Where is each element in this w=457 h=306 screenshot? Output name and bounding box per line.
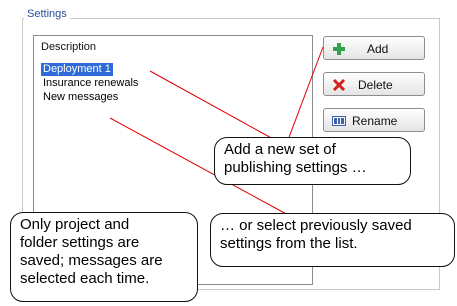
delete-x-icon [332, 78, 346, 92]
list-item-new-messages[interactable]: New messages [41, 91, 120, 104]
add-button[interactable]: Add [323, 36, 425, 60]
delete-button[interactable]: Delete [323, 72, 425, 96]
list-item-deployment-1[interactable]: Deployment 1 [40, 62, 114, 77]
rename-icon [332, 116, 346, 126]
callout-select-saved: … or select previously saved settings fr… [210, 213, 455, 267]
settings-group-title: Settings [24, 8, 70, 20]
settings-screen: Settings Description Deployment 1 Insura… [0, 0, 457, 306]
callout-saved-note: Only project and folder settings are sav… [10, 212, 198, 302]
list-column-header: Description [41, 41, 97, 53]
rename-button[interactable]: Rename [323, 108, 425, 132]
rename-button-label: Rename [352, 114, 398, 128]
delete-button-label: Delete [358, 78, 393, 92]
list-item-insurance-renewals[interactable]: Insurance renewals [41, 77, 140, 90]
plus-icon [333, 43, 345, 55]
add-button-label: Add [367, 42, 389, 56]
callout-add-settings: Add a new set of publishing settings … [214, 137, 411, 185]
